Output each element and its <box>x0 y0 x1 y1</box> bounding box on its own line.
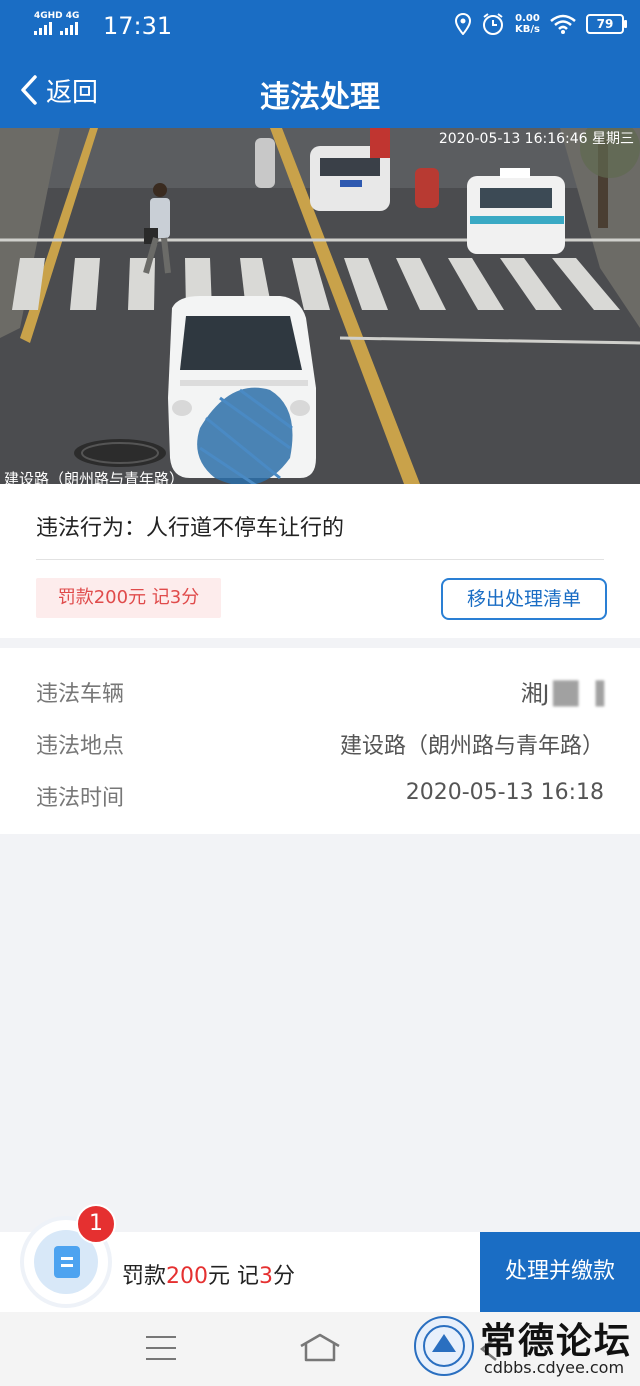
photo-timestamp: 2020-05-13 16:16:46 星期三 <box>438 131 634 147</box>
street-scene-image <box>0 128 640 484</box>
forum-watermark: 常德论坛 cdbbs.cdyee.com <box>414 1314 636 1382</box>
process-and-pay-button[interactable]: 处理并缴款 <box>480 1232 640 1312</box>
battery-icon: 79 <box>586 14 627 34</box>
network-speed: 0.00 KB/s <box>515 13 540 35</box>
alarm-icon <box>483 13 504 35</box>
violation-details: 违法车辆 湘J █▌▐ 违法地点 建设路（朗州路与青年路） 违法时间 2020-0… <box>0 648 640 834</box>
processing-list-button[interactable]: 1 <box>24 1204 116 1304</box>
penalty-tag: 罚款200元 记3分 <box>36 578 221 618</box>
detail-label: 违法地点 <box>36 734 125 759</box>
app-header: 返回 违法处理 <box>0 52 640 128</box>
bottom-action-bar: 1 罚款200元 记3分 处理并缴款 <box>0 1204 640 1312</box>
violation-photo[interactable]: 2020-05-13 16:16:46 星期三 建设路（朗州路与青年路） <box>0 128 640 484</box>
payment-summary: 罚款200元 记3分 <box>122 1264 296 1289</box>
behavior-label: 违法行为： <box>36 516 147 541</box>
status-bar: 4GHD 4G 17:31 0.00 KB/s 79 <box>0 0 640 52</box>
behavior-value: 人行道不停车让行的 <box>146 516 345 541</box>
violation-behavior: 违法行为：人行道不停车让行的 <box>36 510 344 542</box>
watermark-url: cdbbs.cdyee.com <box>484 1358 625 1377</box>
divider <box>36 559 604 560</box>
signal-icon <box>34 22 78 35</box>
detail-label: 违法时间 <box>36 786 125 811</box>
page-title: 违法处理 <box>260 80 380 115</box>
violation-card: 违法行为：人行道不停车让行的 罚款200元 记3分 移出处理清单 <box>0 484 640 638</box>
wifi-icon <box>550 14 576 34</box>
list-count-badge: 1 <box>76 1204 116 1244</box>
detail-label: 违法车辆 <box>36 682 125 707</box>
photo-location-caption: 建设路（朗州路与青年路） <box>4 470 185 484</box>
home-icon[interactable] <box>298 1332 342 1364</box>
location-icon <box>455 13 472 35</box>
network-type: 4GHD 4G <box>34 11 80 21</box>
detail-value-location: 建设路（朗州路与青年路） <box>339 734 604 759</box>
forum-logo-icon <box>414 1316 474 1376</box>
detail-row-time: 违法时间 2020-05-13 16:18 <box>36 780 604 820</box>
menu-icon[interactable] <box>146 1336 176 1369</box>
detail-row-vehicle: 违法车辆 湘J █▌▐ <box>36 676 604 716</box>
watermark-title: 常德论坛 <box>480 1320 633 1362</box>
detail-value-time: 2020-05-13 16:18 <box>405 780 604 805</box>
detail-row-location: 违法地点 建设路（朗州路与青年路） <box>36 728 604 768</box>
detail-value-vehicle: 湘J █▌▐ <box>520 682 604 707</box>
clock: 17:31 <box>103 12 173 40</box>
remove-from-list-button[interactable]: 移出处理清单 <box>441 578 607 620</box>
